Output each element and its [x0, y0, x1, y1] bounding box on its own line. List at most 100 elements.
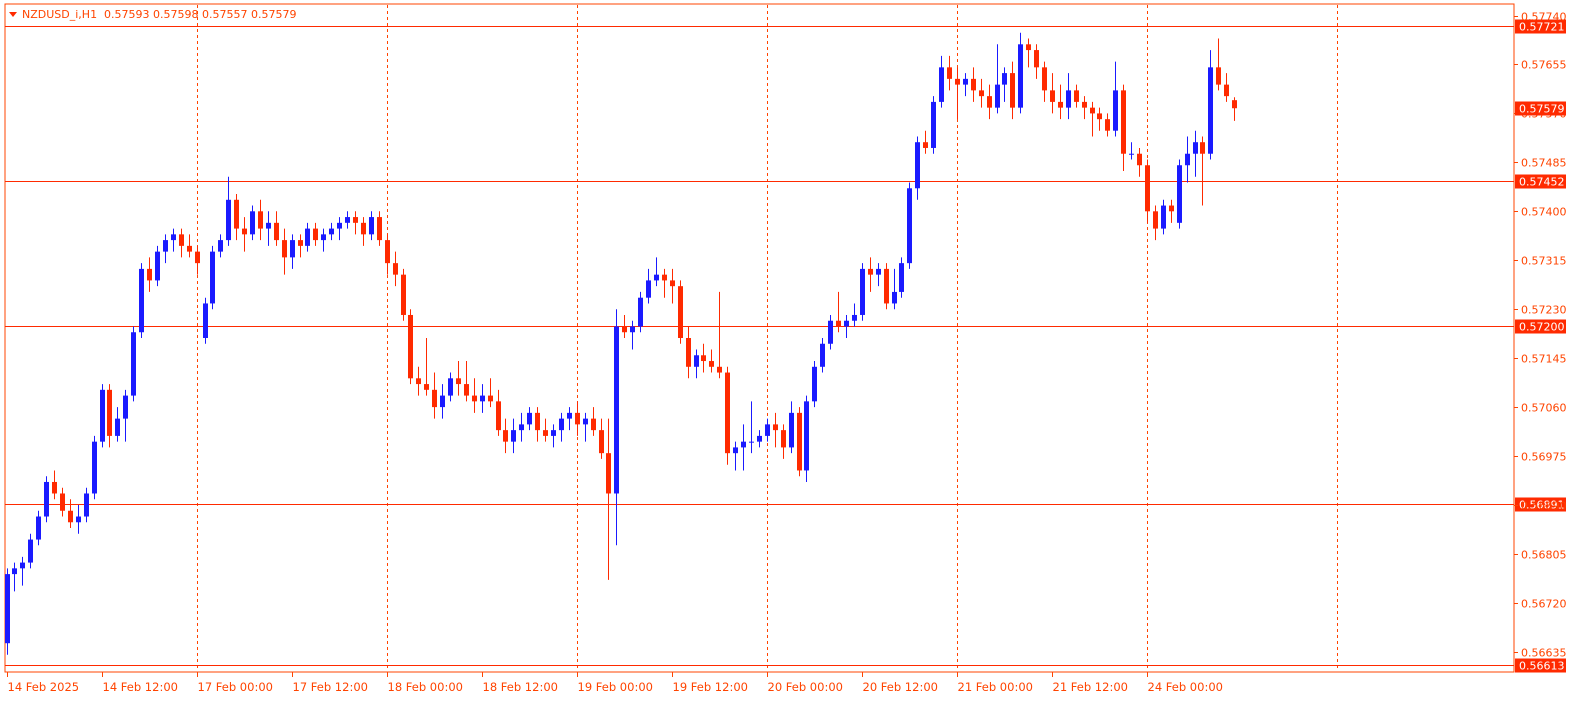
- bull-candle-body: [321, 234, 326, 241]
- bull-candle-body: [804, 401, 809, 471]
- bear-candle-body: [361, 222, 366, 235]
- bear-candle-body: [187, 245, 192, 252]
- bear-candle-body: [282, 240, 287, 258]
- bull-candle-body: [654, 274, 659, 281]
- bear-candle-body: [1145, 165, 1150, 212]
- bull-candle-body: [527, 412, 532, 425]
- bull-candle-body: [899, 263, 904, 292]
- bull-candle-body: [1185, 153, 1190, 166]
- bull-candle-body: [963, 78, 968, 85]
- bull-candle-body: [163, 240, 168, 252]
- bear-candle-body: [955, 78, 960, 85]
- bear-candle-body: [1216, 67, 1221, 85]
- bear-candle-body: [179, 234, 184, 246]
- bull-candle-body: [12, 568, 17, 575]
- price-tick-label: 0.57485: [1521, 157, 1567, 170]
- bull-candle-body: [131, 332, 136, 396]
- time-tick-label: 20 Feb 12:00: [863, 680, 938, 694]
- bull-candle-body: [250, 211, 255, 235]
- bull-candle-body: [931, 101, 936, 148]
- price-chart[interactable]: 0.577210.574520.572000.568910.56613 0.57…: [0, 0, 1586, 708]
- bull-candle-body: [876, 268, 881, 275]
- bear-candle-body: [662, 274, 667, 281]
- bull-candle-body: [92, 441, 97, 494]
- bear-candle-body: [60, 493, 65, 511]
- bear-candle-body: [274, 222, 279, 241]
- bear-candle-body: [543, 430, 548, 436]
- bull-candle-body: [480, 395, 485, 402]
- bull-candle-body: [1177, 165, 1182, 223]
- bull-candle-body: [1113, 90, 1118, 131]
- time-tick-label: 19 Feb 12:00: [673, 680, 748, 694]
- bear-candle-body: [686, 338, 691, 367]
- bear-candle-body: [773, 424, 778, 431]
- bull-candle-body: [155, 251, 160, 281]
- bear-candle-body: [242, 228, 247, 235]
- bull-candle-body: [1193, 142, 1198, 154]
- bear-candle-body: [393, 263, 398, 275]
- bear-candle-body: [147, 268, 152, 281]
- bear-candle-body: [1050, 90, 1055, 102]
- bull-candle-body: [907, 188, 912, 264]
- bull-candle-body: [614, 326, 619, 494]
- level-tag-label: 0.56613: [1519, 660, 1565, 673]
- bear-candle-body: [1121, 90, 1126, 154]
- bear-candle-body: [1153, 211, 1158, 229]
- current-price-label: 0.57579: [1519, 103, 1565, 116]
- bull-candle-body: [139, 268, 144, 333]
- bull-candle-body: [939, 67, 944, 102]
- bear-candle-body: [575, 412, 580, 425]
- bull-candle-body: [44, 481, 49, 517]
- bear-candle-body: [377, 217, 382, 241]
- bear-candle-body: [836, 320, 841, 327]
- time-tick-label: 17 Feb 00:00: [198, 680, 273, 694]
- bull-candle-body: [305, 228, 310, 246]
- bear-candle-body: [1200, 142, 1205, 154]
- bear-candle-body: [416, 378, 421, 385]
- bull-candle-body: [812, 366, 817, 402]
- bull-candle-body: [852, 314, 857, 321]
- bull-candle-body: [757, 435, 762, 442]
- bear-candle-body: [107, 389, 112, 436]
- bear-candle-body: [971, 78, 976, 91]
- bear-candle-body: [1137, 153, 1142, 166]
- time-axis: 14 Feb 2025 14 Feb 12:00 17 Feb 00:00 17 Fe…: [7, 672, 1223, 694]
- price-tick-label: 0.56635: [1521, 647, 1567, 660]
- level-tag-label: 0.57200: [1519, 321, 1565, 334]
- bull-candle-body: [329, 228, 334, 235]
- bear-candle-body: [1058, 101, 1063, 108]
- bull-candle-body: [551, 430, 556, 436]
- bull-candle-body: [266, 222, 271, 229]
- bull-candle-body: [171, 234, 176, 241]
- bull-candle-body: [1161, 205, 1166, 229]
- bull-candle-body: [1002, 73, 1007, 85]
- time-tick-label: 19 Feb 00:00: [578, 680, 653, 694]
- bull-candle-body: [630, 326, 635, 333]
- bear-candle-body: [496, 401, 501, 431]
- bull-candle-body: [448, 378, 453, 396]
- bull-candle-body: [511, 430, 516, 442]
- chart-header: NZDUSD_i,H1 0.57593 0.57598 0.57557 0.57…: [9, 8, 296, 21]
- bear-candle-body: [52, 481, 57, 494]
- bull-candle-body: [123, 395, 128, 419]
- bear-candle-body: [1090, 107, 1095, 114]
- bear-candle-body: [670, 280, 675, 287]
- symbol-timeframe: NZDUSD_i,H1: [22, 8, 97, 21]
- bear-candle-body: [424, 384, 429, 390]
- bear-candle-body: [1097, 113, 1102, 120]
- bear-candle-body: [503, 430, 508, 442]
- bear-candle-body: [678, 286, 683, 338]
- price-tick-label: 0.57740: [1521, 11, 1567, 24]
- bear-candle-body: [701, 355, 706, 362]
- bull-candle-body: [290, 240, 295, 258]
- bull-candle-body: [741, 441, 746, 448]
- bear-candle-body: [353, 217, 358, 223]
- bear-candle-body: [717, 366, 722, 373]
- price-tick-label: 0.56720: [1521, 598, 1567, 611]
- bear-candle-body: [987, 96, 992, 108]
- bear-candle-body: [298, 240, 303, 246]
- bull-candle-body: [519, 424, 524, 431]
- bear-candle-body: [868, 268, 873, 275]
- bull-candle-body: [844, 320, 849, 327]
- bull-candle-body: [995, 84, 1000, 108]
